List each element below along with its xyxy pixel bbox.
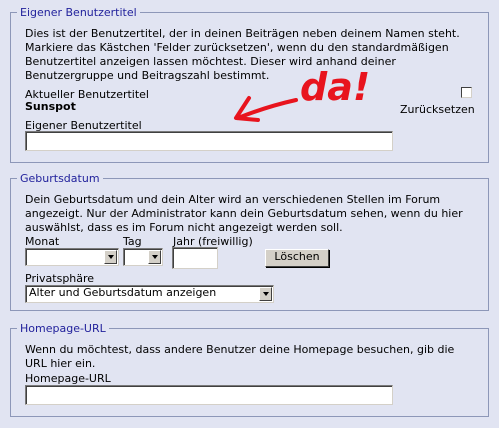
month-select[interactable] xyxy=(25,248,119,266)
delete-birthday-button[interactable]: Löschen xyxy=(265,249,329,267)
description-line: Benutzergruppe und Beitragszahl bestimmt… xyxy=(25,69,270,82)
description-line: Dies ist der Benutzertitel, der in deine… xyxy=(25,27,460,40)
description-line: URL hier ein. xyxy=(25,357,96,370)
custom-title-input[interactable] xyxy=(25,131,393,151)
current-title-value: Sunspot xyxy=(25,100,76,113)
custom-title-description: Dies ist der Benutzertitel, der in deine… xyxy=(25,27,485,83)
description-line: Markiere das Kästchen 'Felder zurücksetz… xyxy=(25,41,449,54)
privacy-select-value: Alter und Geburtsdatum anzeigen xyxy=(29,286,217,299)
homepage-panel: Homepage-URL Wenn du möchtest, dass ande… xyxy=(10,322,489,417)
month-label: Monat xyxy=(25,235,60,248)
homepage-input[interactable] xyxy=(25,385,393,405)
reset-checkbox[interactable] xyxy=(461,87,472,98)
homepage-description: Wenn du möchtest, dass andere Benutzer d… xyxy=(25,343,485,371)
chevron-down-icon[interactable] xyxy=(148,250,161,264)
custom-title-legend: Eigener Benutzertitel xyxy=(17,6,140,19)
birthday-legend: Geburtsdatum xyxy=(17,172,103,185)
privacy-select[interactable]: Alter und Geburtsdatum anzeigen xyxy=(25,285,274,303)
privacy-label: Privatsphäre xyxy=(25,272,95,285)
day-label: Tag xyxy=(123,235,142,248)
description-line: auswählst, dass es im Forum nicht angeze… xyxy=(25,221,343,234)
day-select[interactable] xyxy=(123,248,163,266)
birthday-panel: Geburtsdatum Dein Geburtsdatum und dein … xyxy=(10,172,489,311)
description-line: Benutzertitel anzeigen lassen möchtest. … xyxy=(25,55,396,68)
description-line: Dein Geburtsdatum und dein Alter wird an… xyxy=(25,193,441,206)
description-line: Wenn du möchtest, dass andere Benutzer d… xyxy=(25,343,455,356)
description-line: angezeigt. Nur der Administrator kann de… xyxy=(25,207,463,220)
chevron-down-icon[interactable] xyxy=(104,250,117,264)
birthday-description: Dein Geburtsdatum und dein Alter wird an… xyxy=(25,193,485,235)
reset-label[interactable]: Zurücksetzen xyxy=(400,103,475,116)
chevron-down-icon[interactable] xyxy=(259,287,272,301)
year-input[interactable] xyxy=(172,247,218,269)
homepage-legend: Homepage-URL xyxy=(17,322,109,335)
custom-title-panel: Eigener Benutzertitel Dies ist der Benut… xyxy=(10,6,489,163)
homepage-field-label: Homepage-URL xyxy=(25,372,111,385)
